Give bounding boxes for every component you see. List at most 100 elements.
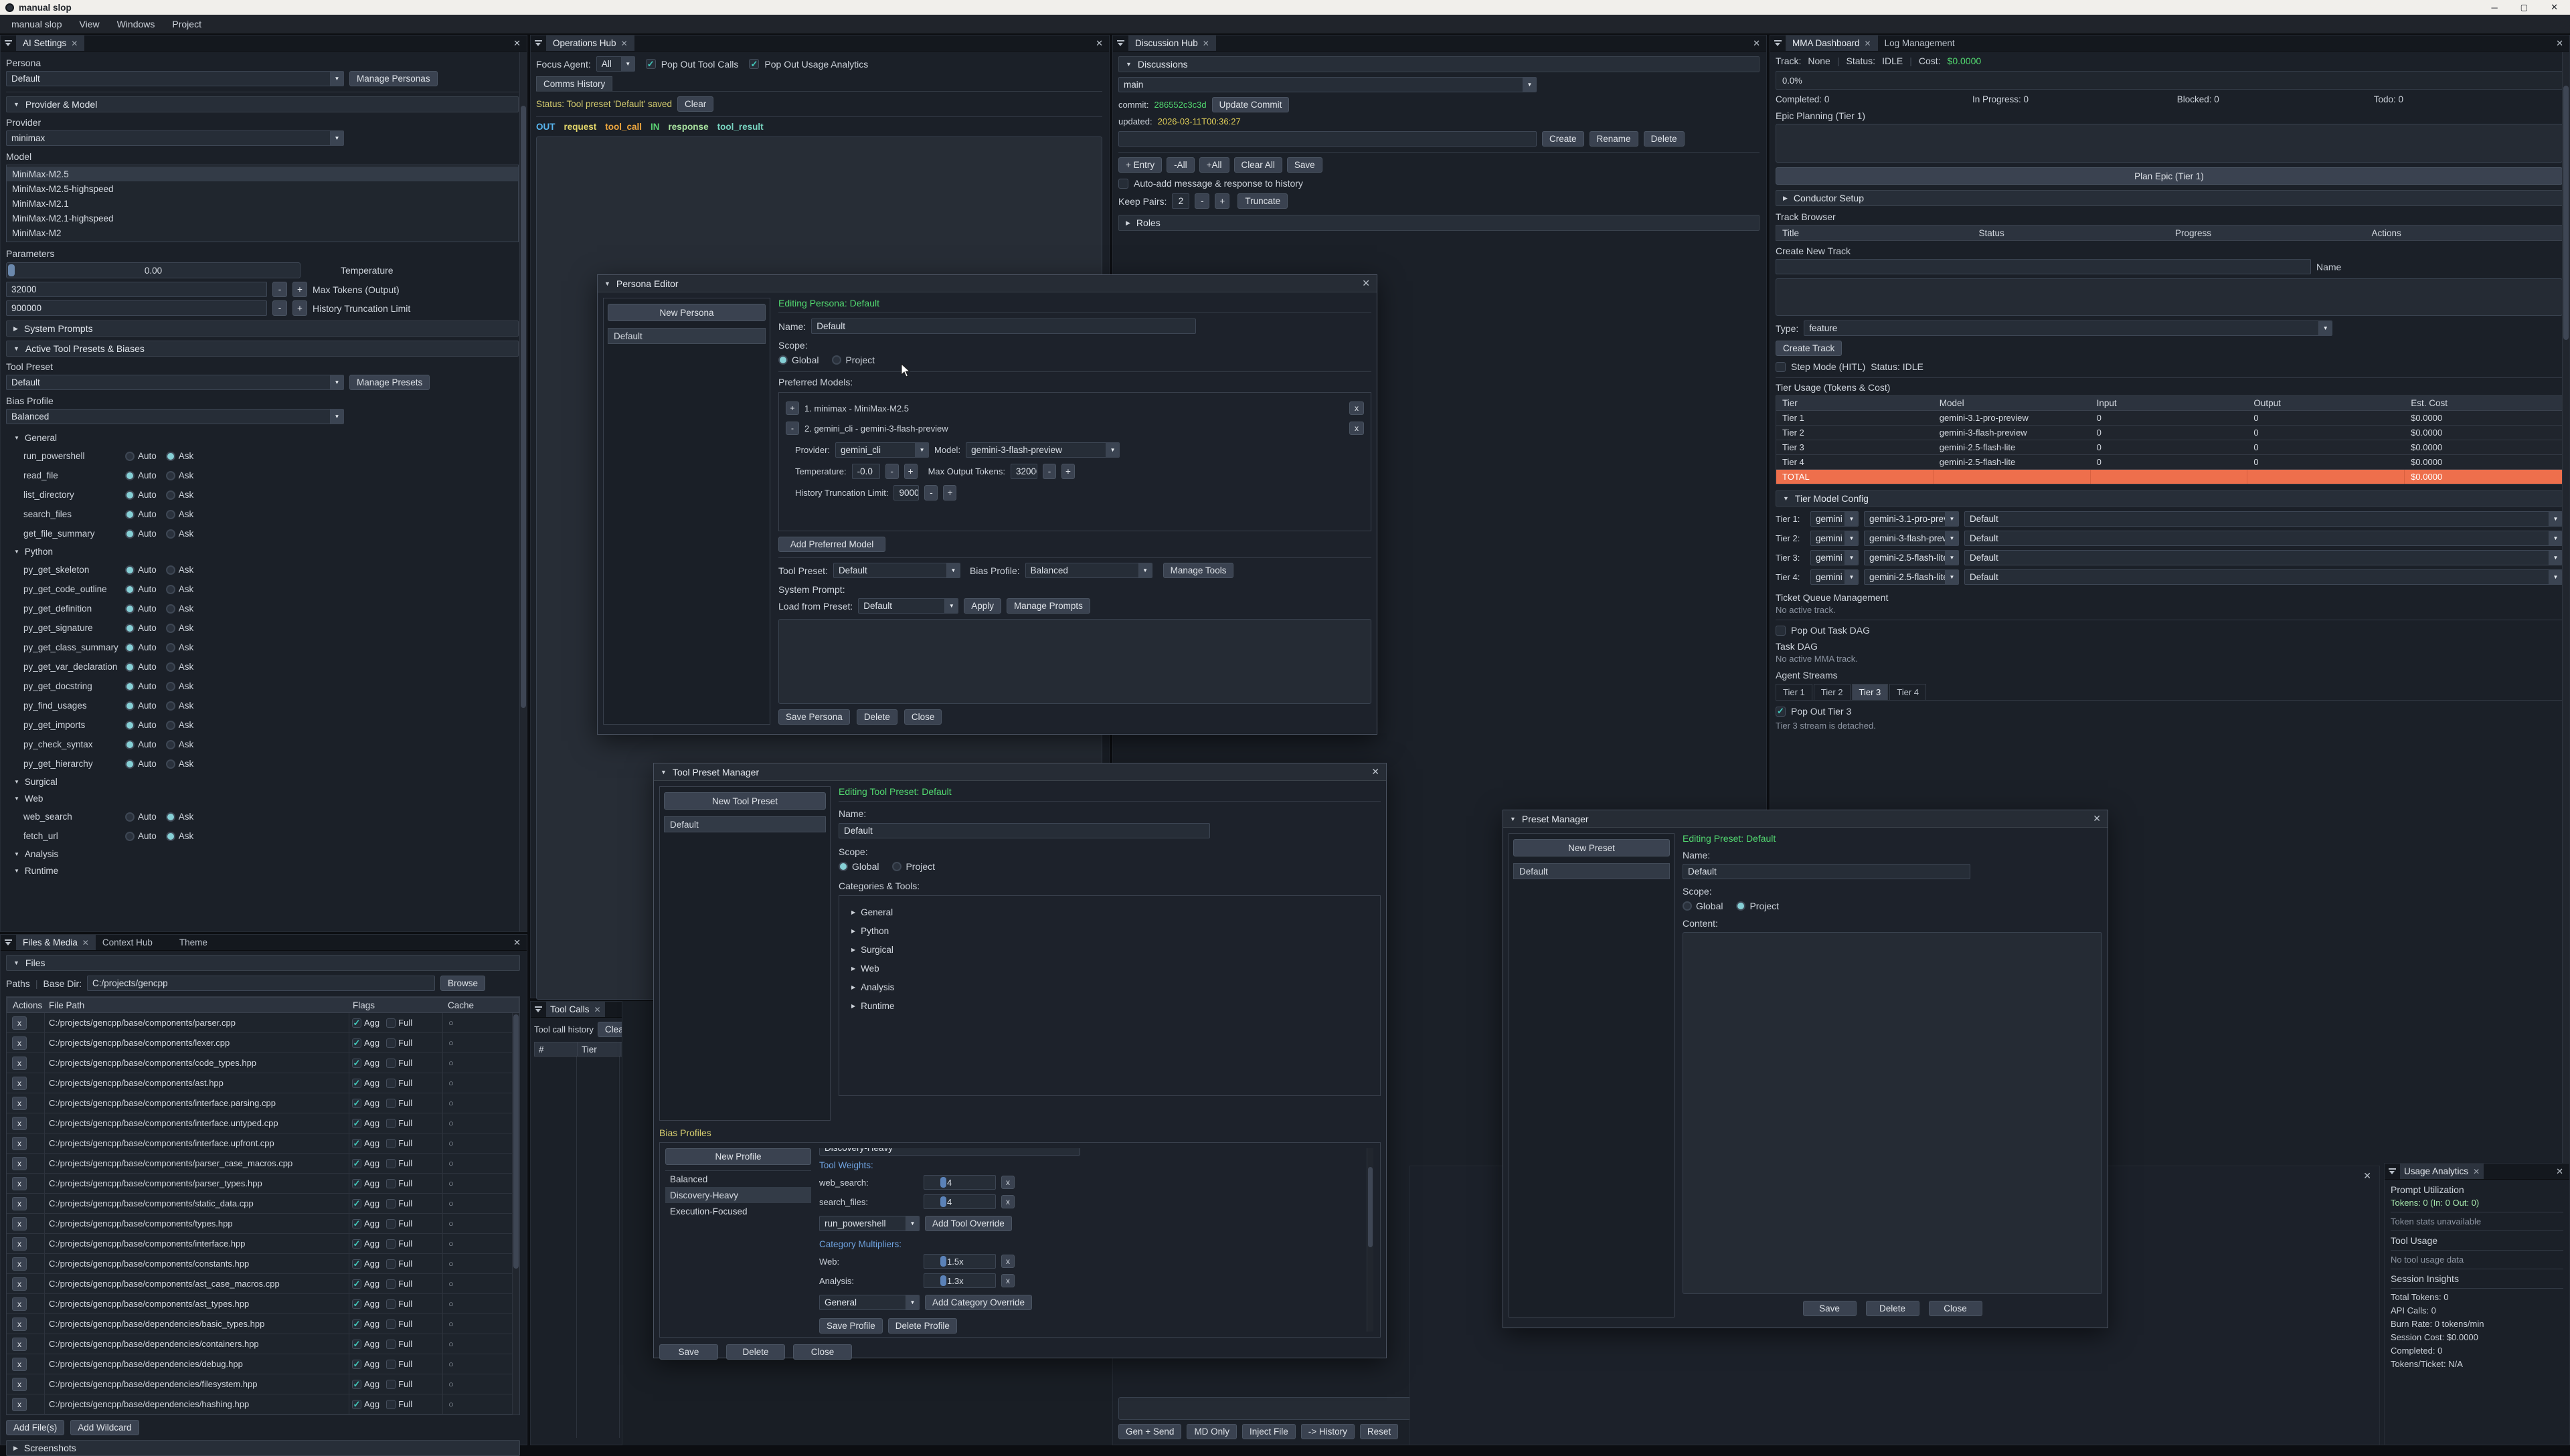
close-dialog-button[interactable]: Close bbox=[904, 709, 942, 725]
load-preset-select[interactable]: Default bbox=[858, 598, 958, 614]
minimize-icon[interactable]: ─ bbox=[2492, 3, 2498, 13]
category-row[interactable]: ▶ Python bbox=[843, 921, 1376, 940]
dock-menu-icon[interactable] bbox=[2388, 1168, 2397, 1175]
scope-global-radio[interactable] bbox=[778, 355, 788, 365]
remove-file-button[interactable]: x bbox=[12, 1057, 27, 1070]
history-plus-button[interactable]: + bbox=[943, 485, 956, 500]
agg-checkbox[interactable] bbox=[352, 1279, 361, 1289]
save-persona-button[interactable]: Save Persona bbox=[778, 709, 850, 725]
new-profile-button[interactable]: New Profile bbox=[665, 1148, 811, 1165]
agg-checkbox[interactable] bbox=[352, 1139, 361, 1148]
agg-checkbox[interactable] bbox=[352, 1179, 361, 1188]
remove-file-button[interactable]: x bbox=[12, 1097, 27, 1110]
stream-tab[interactable]: Tier 2 bbox=[1814, 684, 1851, 700]
save-preset-button[interactable]: Save bbox=[1803, 1301, 1857, 1316]
auto-radio[interactable] bbox=[125, 721, 135, 730]
remove-weight-button[interactable]: x bbox=[1001, 1195, 1015, 1208]
system-prompt-textarea[interactable] bbox=[778, 619, 1371, 704]
full-checkbox[interactable] bbox=[386, 1119, 396, 1128]
keep-pairs-minus-button[interactable]: - bbox=[1195, 193, 1209, 209]
reorder-button[interactable]: + bbox=[786, 401, 799, 415]
stream-tab[interactable]: Tier 4 bbox=[1889, 684, 1926, 700]
clear-tool-calls-button[interactable]: Clear bbox=[598, 1022, 622, 1037]
tool-group-header[interactable]: ▼ Analysis bbox=[6, 846, 519, 862]
add-preferred-model-button[interactable]: Add Preferred Model bbox=[778, 537, 885, 552]
full-checkbox[interactable] bbox=[386, 1400, 396, 1409]
ask-radio[interactable] bbox=[166, 529, 175, 539]
entry-button[interactable]: + Entry bbox=[1118, 157, 1162, 173]
dialog-close-icon[interactable]: ✕ bbox=[1371, 766, 1379, 778]
persona-list-item[interactable]: Default bbox=[608, 328, 766, 344]
ask-radio[interactable] bbox=[166, 510, 175, 519]
ask-radio[interactable] bbox=[166, 624, 175, 633]
ask-radio[interactable] bbox=[166, 604, 175, 614]
auto-radio[interactable] bbox=[125, 565, 135, 575]
close-dialog-button[interactable]: Close bbox=[1929, 1301, 1982, 1316]
ask-radio[interactable] bbox=[166, 662, 175, 672]
model-list-item[interactable]: MiniMax-M2.1-highspeed bbox=[7, 211, 518, 225]
category-row[interactable]: ▶ Runtime bbox=[843, 996, 1376, 1015]
pop-out-task-dag-checkbox[interactable] bbox=[1776, 626, 1786, 636]
persona-select[interactable]: Default bbox=[6, 71, 344, 86]
track-type-select[interactable]: feature bbox=[1804, 321, 2332, 336]
agg-checkbox[interactable] bbox=[352, 1400, 361, 1409]
auto-radio[interactable] bbox=[125, 471, 135, 480]
full-checkbox[interactable] bbox=[386, 1219, 396, 1228]
pop-out-usage-checkbox[interactable] bbox=[749, 59, 759, 69]
model-list-item[interactable]: MiniMax-M2.5 bbox=[7, 167, 518, 181]
tier-model-select[interactable]: gemini-3-flash-preview bbox=[1864, 531, 1959, 546]
auto-add-checkbox[interactable] bbox=[1118, 179, 1128, 189]
remove-file-button[interactable]: x bbox=[12, 1177, 27, 1190]
tab-operations-hub[interactable]: Operations Hub✕ bbox=[546, 35, 634, 51]
close-window-icon[interactable]: ✕ bbox=[2363, 1170, 2371, 1182]
tier-preset-select[interactable]: Default bbox=[1964, 550, 2563, 565]
dialog-close-icon[interactable]: ✕ bbox=[1362, 278, 1370, 289]
add-files-button[interactable]: Add File(s) bbox=[6, 1420, 64, 1435]
menu-item[interactable]: manual slop bbox=[11, 19, 62, 29]
agg-checkbox[interactable] bbox=[352, 1239, 361, 1249]
manage-presets-button[interactable]: Manage Presets bbox=[349, 375, 430, 390]
profile-name-input[interactable]: Discovery-Heavy bbox=[819, 1148, 1080, 1156]
remove-file-button[interactable]: x bbox=[12, 1117, 27, 1130]
pop-out-tier3-checkbox[interactable] bbox=[1776, 707, 1786, 717]
apply-button[interactable]: Apply bbox=[964, 598, 1001, 614]
tool-preset-titlebar[interactable]: ▼ Tool Preset Manager ✕ bbox=[654, 763, 1386, 781]
composer-button[interactable]: Gen + Send bbox=[1118, 1424, 1181, 1439]
multiplier-slider[interactable]: 1.3x bbox=[924, 1273, 996, 1288]
tab-mma-dashboard[interactable]: MMA Dashboard✕ bbox=[1786, 35, 1878, 51]
rename-discussion-button[interactable]: Rename bbox=[1590, 131, 1638, 147]
remove-file-button[interactable]: x bbox=[12, 1237, 27, 1251]
remove-file-button[interactable]: x bbox=[12, 1338, 27, 1351]
tab-close-icon[interactable]: ✕ bbox=[1203, 39, 1209, 48]
epic-planning-textarea[interactable] bbox=[1776, 124, 2563, 163]
max-out-plus-button[interactable]: + bbox=[1061, 464, 1075, 479]
section-roles[interactable]: ▶ Roles bbox=[1118, 215, 1760, 231]
tier-provider-select[interactable]: gemini bbox=[1810, 531, 1859, 546]
auto-radio[interactable] bbox=[125, 812, 135, 822]
dock-menu-icon[interactable] bbox=[4, 40, 13, 47]
agg-checkbox[interactable] bbox=[352, 1340, 361, 1349]
ask-radio[interactable] bbox=[166, 643, 175, 652]
remove-multiplier-button[interactable]: x bbox=[1001, 1274, 1015, 1287]
max-tokens-minus-button[interactable]: - bbox=[272, 282, 287, 297]
bias-profile-item[interactable]: Discovery-Heavy bbox=[665, 1187, 811, 1203]
remove-file-button[interactable]: x bbox=[12, 1197, 27, 1210]
tool-preset-list-item[interactable]: Default bbox=[664, 816, 826, 832]
ask-radio[interactable] bbox=[166, 490, 175, 500]
delete-discussion-button[interactable]: Delete bbox=[1644, 131, 1685, 147]
tab-close-icon[interactable]: ✕ bbox=[621, 39, 628, 48]
max-tokens-plus-button[interactable]: + bbox=[292, 282, 307, 297]
manage-personas-button[interactable]: Manage Personas bbox=[349, 71, 438, 86]
tool-override-select[interactable]: run_powershell bbox=[819, 1216, 920, 1231]
model-list-item[interactable]: MiniMax-M2.1 bbox=[7, 196, 518, 211]
slider-handle[interactable] bbox=[8, 264, 15, 276]
remove-file-button[interactable]: x bbox=[12, 1137, 27, 1150]
scope-global-radio[interactable] bbox=[839, 862, 848, 871]
ask-radio[interactable] bbox=[166, 452, 175, 461]
history-minus-button[interactable]: - bbox=[924, 485, 938, 500]
keep-pairs-plus-button[interactable]: + bbox=[1215, 193, 1229, 209]
tab-usage-analytics[interactable]: Usage Analytics✕ bbox=[2400, 1164, 2484, 1179]
auto-radio[interactable] bbox=[125, 452, 135, 461]
panel-close-icon[interactable]: ✕ bbox=[513, 937, 521, 948]
auto-radio[interactable] bbox=[125, 662, 135, 672]
